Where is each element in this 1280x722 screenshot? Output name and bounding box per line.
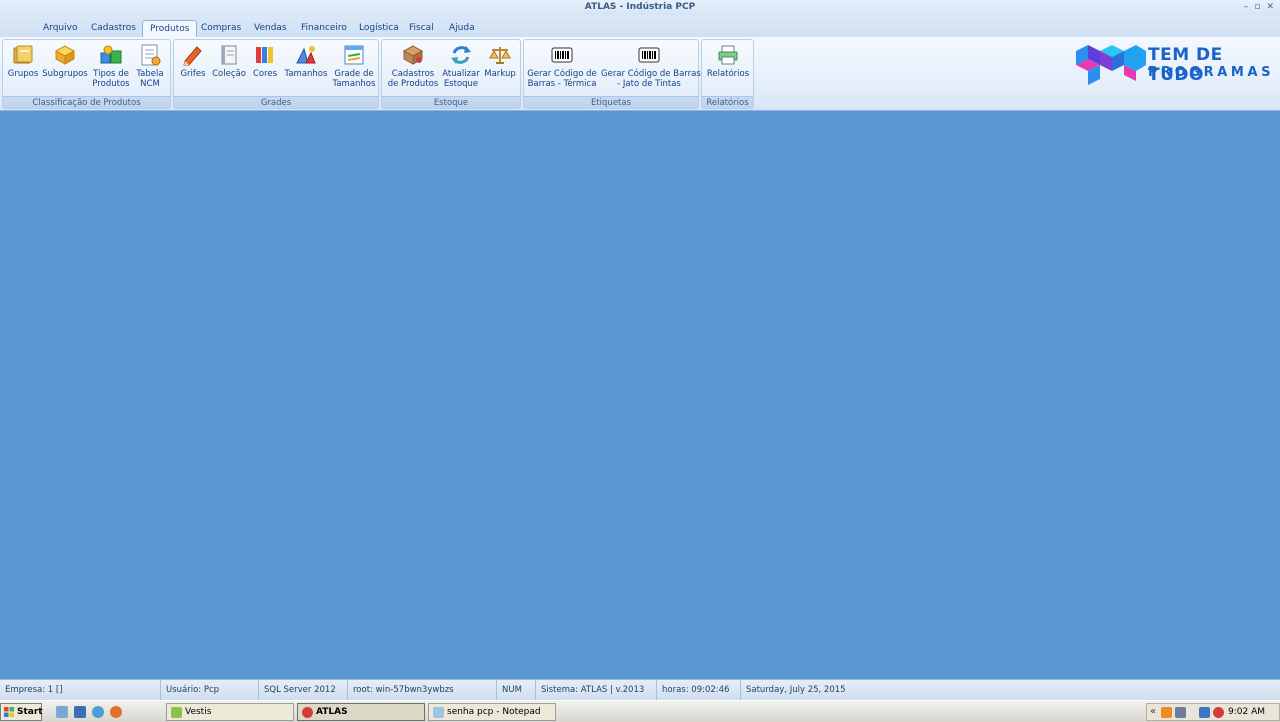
grade-de-tamanhos-button[interactable]: Grade de Tamanhos [331,43,377,89]
group-classificacao: Grupos Subgrupos Tipos de Produtos Tabel… [2,39,171,109]
status-server: SQL Server 2012 [258,680,336,700]
barcode-icon [638,47,660,63]
status-horas: horas: 09:02:46 [656,680,729,700]
logo-text-line2: PROGRAMAS [1148,65,1275,80]
maximize-button[interactable]: ▫ [1254,3,1260,12]
product-types-icon [100,45,122,64]
clock: 9:02 AM [1228,707,1265,717]
group-grades: Grifes Coleção Cores Tamanhos Grade de T… [173,39,379,109]
status-bar: Empresa: 1 [] Usuário: Pcp SQL Server 20… [0,679,1280,700]
tab-vendas[interactable]: Vendas [247,20,294,37]
group-label-estoque: Estoque [382,96,520,108]
group-relatorios: Relatórios Relatórios [701,39,754,109]
start-button[interactable]: Start [0,703,43,721]
brand-logo: TEM DE TUDO PROGRAMAS [1076,41,1276,87]
notepad-icon [433,707,444,718]
mdi-workspace [0,112,1280,678]
status-empresa: Empresa: 1 [] [5,685,63,695]
cube-logo-icon [1076,45,1146,85]
sizes-icon [296,46,316,64]
task-vestis[interactable]: Vestis [166,703,294,721]
tab-produtos[interactable]: Produtos [142,20,198,37]
menu-tabs: Arquivo Cadastros Produtos Compras Venda… [0,15,1280,37]
tab-financeiro[interactable]: Financeiro [294,20,354,37]
tab-ajuda[interactable]: Ajuda [442,20,482,37]
barcode-icon [551,47,573,63]
group-label-grades: Grades [174,96,378,108]
start-label: Start [17,707,43,717]
box-icon [54,45,76,65]
tab-cadastros[interactable]: Cadastros [84,20,143,37]
atualizar-estoque-button[interactable]: Atualizar Estoque [442,43,480,89]
group-etiquetas: Gerar Código de Barras - Térmica Gerar C… [523,39,701,109]
status-date: Saturday, July 25, 2015 [740,680,846,700]
quicklaunch-firefox-icon[interactable] [110,706,122,718]
gerar-codigo-jato-button[interactable]: Gerar Código de Barras - Jato de Tintas [601,43,701,89]
group-estoque: Cadastros de Produtos Atualizar Estoque … [381,39,521,109]
status-num: NUM [496,680,522,700]
minimize-button[interactable]: – [1244,3,1249,12]
close-button[interactable]: ✕ [1266,3,1274,12]
group-label-etiquetas: Etiquetas [524,96,698,108]
grupos-button[interactable]: Grupos [6,43,40,79]
tipos-de-produtos-button[interactable]: Tipos de Produtos [91,43,131,89]
quicklaunch-desktop-icon[interactable] [74,706,86,718]
grifes-button[interactable]: Grifes [176,43,210,79]
window-controls: – ▫ ✕ [1244,0,1274,15]
window-title: ATLAS - Indústria PCP [584,2,696,12]
markup-button[interactable]: Markup [482,43,518,79]
size-grid-icon [344,45,364,65]
tab-compras[interactable]: Compras [194,20,248,37]
cores-button[interactable]: Cores [248,43,282,79]
quicklaunch-explorer-icon[interactable] [56,706,68,718]
system-tray: « 9:02 AM [1146,703,1280,721]
color-swatches-icon [256,47,273,63]
status-usuario: Usuário: Pcp [160,680,219,700]
tab-logistica[interactable]: Logística [352,20,406,37]
tab-fiscal[interactable]: Fiscal [402,20,441,37]
pencil-icon [183,46,202,66]
relatorios-button[interactable]: Relatórios [705,43,751,79]
tray-monitor-icon[interactable] [1199,707,1210,718]
title-bar: ATLAS - Indústria PCP – ▫ ✕ [0,0,1280,15]
tray-expand-button[interactable]: « [1150,704,1156,720]
tabela-ncm-button[interactable]: Tabela NCM [133,43,167,89]
taskbar: Start Vestis ATLAS senha pcp - Notepad «… [0,700,1280,722]
tray-app-icon[interactable] [1161,707,1172,718]
scale-icon [489,47,511,64]
package-icon [402,45,424,65]
gerar-codigo-termica-button[interactable]: Gerar Código de Barras - Térmica [527,43,597,89]
status-root: root: win-57bwn3ywbzs [347,680,454,700]
folders-icon [13,45,33,64]
printer-icon [718,45,738,65]
colecao-button[interactable]: Coleção [212,43,246,79]
refresh-icon [451,46,471,64]
task-atlas[interactable]: ATLAS [297,703,425,721]
tamanhos-button[interactable]: Tamanhos [284,43,328,79]
windows-flag-icon [4,707,14,717]
cadastros-de-produtos-button[interactable]: Cadastros de Produtos [386,43,440,89]
tray-network-icon[interactable] [1175,707,1186,718]
group-label-relatorios: Relatórios [702,96,753,108]
notebook-icon [221,45,237,65]
group-label-classificacao: Classificação de Produtos [3,96,170,108]
atlas-icon [302,707,313,718]
tab-arquivo[interactable]: Arquivo [36,20,84,37]
vestis-icon [171,707,182,718]
quicklaunch-ie-icon[interactable] [92,706,104,718]
subgrupos-button[interactable]: Subgrupos [42,43,88,79]
tray-security-icon[interactable] [1213,707,1224,718]
table-document-icon [141,44,161,66]
status-sistema: Sistema: ATLAS | v.2013 [535,680,644,700]
task-notepad[interactable]: senha pcp - Notepad [428,703,556,721]
